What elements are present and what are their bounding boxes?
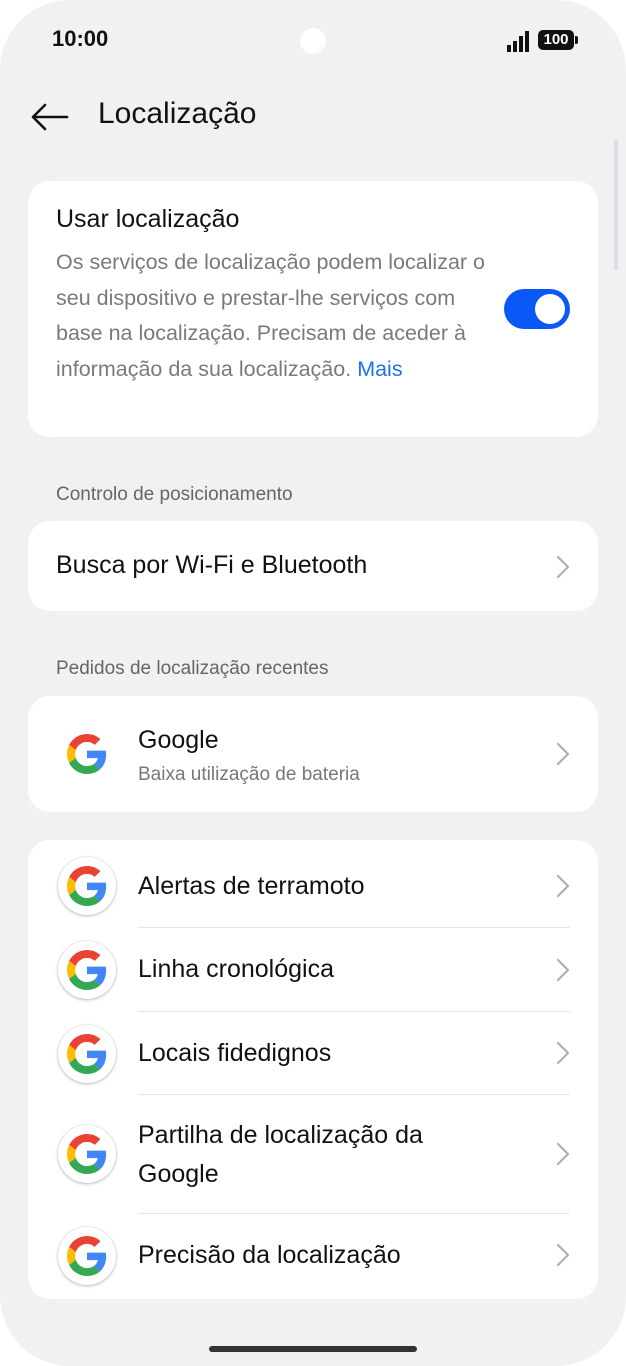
use-location-card: Usar localização Os serviços de localiza… <box>28 181 598 437</box>
toggle-knob <box>535 294 565 324</box>
google-icon <box>58 1025 116 1083</box>
recent-request-google[interactable]: Google Baixa utilização de bateria <box>28 696 598 812</box>
list-item-label: Alertas de terramoto <box>138 872 365 900</box>
list-item-trusted-places[interactable]: Locais fidedignos <box>28 1012 598 1094</box>
list-item-timeline[interactable]: Linha cronológica <box>28 928 598 1011</box>
list-item-label: Locais fidedignos <box>138 1039 332 1067</box>
list-item-location-sharing[interactable]: Partilha de localização da Google <box>28 1095 598 1213</box>
wifi-bluetooth-scan-item[interactable]: Busca por Wi-Fi e Bluetooth <box>28 521 598 611</box>
battery-level: 100 <box>543 31 569 48</box>
status-time: 10:00 <box>52 26 109 51</box>
google-icon <box>58 1125 116 1183</box>
use-location-description: Os serviços de localização podem localiz… <box>56 245 486 387</box>
google-title: Google <box>138 726 219 754</box>
signal-icon <box>507 31 529 52</box>
list-item-location-accuracy[interactable]: Precisão da localização <box>28 1214 598 1299</box>
list-item-label: Linha cronológica <box>138 955 334 983</box>
google-icon <box>58 725 116 783</box>
wifi-bluetooth-scan-label: Busca por Wi-Fi e Bluetooth <box>56 551 368 579</box>
back-button[interactable] <box>26 94 72 140</box>
list-item-earthquake-alerts[interactable]: Alertas de terramoto <box>28 840 598 928</box>
section-label-recent-requests: Pedidos de localização recentes <box>56 658 329 679</box>
more-link[interactable]: Mais <box>357 357 402 381</box>
section-label-positioning: Controlo de posicionamento <box>56 484 293 505</box>
google-subtitle: Baixa utilização de bateria <box>138 764 360 785</box>
list-item-label-line2: Google <box>138 1160 219 1188</box>
google-services-card: Alertas de terramoto Linha cronológica L… <box>28 840 598 1299</box>
use-location-title: Usar localização <box>56 205 240 233</box>
page-title: Localização <box>98 97 257 130</box>
list-item-label-line1: Partilha de localização da <box>138 1121 423 1149</box>
chevron-right-icon <box>556 742 570 766</box>
front-camera <box>300 28 326 54</box>
scrollbar[interactable] <box>614 140 618 270</box>
arrow-left-icon <box>31 103 69 131</box>
chevron-right-icon <box>556 1243 570 1267</box>
chevron-right-icon <box>556 555 570 579</box>
use-location-description-text: Os serviços de localização podem localiz… <box>56 250 486 381</box>
home-indicator[interactable] <box>209 1346 417 1352</box>
google-icon <box>58 857 116 915</box>
chevron-right-icon <box>556 1142 570 1166</box>
chevron-right-icon <box>556 874 570 898</box>
battery-icon: 100 <box>538 30 578 50</box>
google-icon <box>58 941 116 999</box>
use-location-toggle[interactable] <box>504 289 570 329</box>
list-item-label: Partilha de localização da Google <box>138 1116 423 1194</box>
list-item-label: Precisão da localização <box>138 1241 401 1269</box>
chevron-right-icon <box>556 1041 570 1065</box>
chevron-right-icon <box>556 958 570 982</box>
phone-screen: 10:00 100 Localização Usar localização O… <box>0 0 626 1366</box>
google-icon <box>58 1227 116 1285</box>
